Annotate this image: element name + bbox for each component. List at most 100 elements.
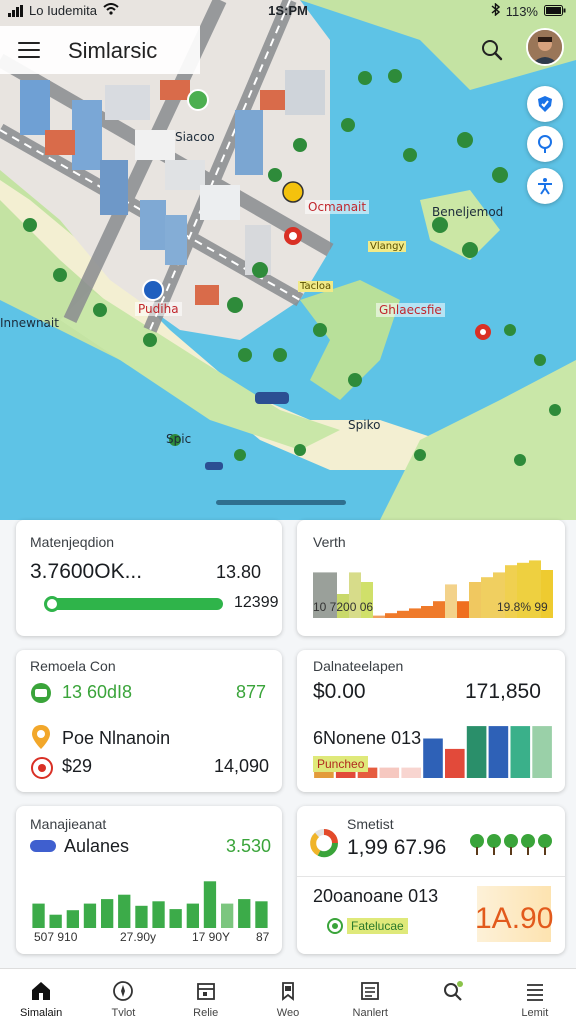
app-bar: Simlarsic (0, 26, 576, 74)
card-management[interactable]: Manajieanat Aulanes 3.530 507 910 27.90y… (16, 806, 282, 954)
progress-knob[interactable] (44, 596, 60, 612)
chart-bar (481, 577, 493, 618)
nav-label: Nanlert (352, 1007, 388, 1019)
battery-level: 113% (505, 3, 538, 19)
row-value-right: 3.530 (226, 836, 272, 856)
location-pin-icon (30, 724, 52, 755)
map-pins (142, 89, 491, 340)
card-title: Manajieanat (30, 816, 107, 832)
chart-sub-label: 20oanoane 013 (313, 886, 439, 906)
home-icon (32, 982, 51, 1000)
chart-bar (421, 606, 433, 618)
map-label[interactable]: Innewnait (0, 316, 59, 330)
menu-icon (526, 984, 543, 1001)
big-value: 1A.90 (475, 902, 554, 935)
map-label[interactable]: Ocmanait (305, 200, 370, 214)
nav-item-saved[interactable]: Weo (247, 969, 329, 1024)
card-remote[interactable]: Remoela Con 13 60dI8 877 Poe Nlnanoin $2… (16, 650, 282, 792)
chart-bar (49, 914, 62, 928)
bar-chart (32, 881, 268, 928)
nav-item-menu[interactable]: Lemit (494, 969, 576, 1024)
tick-label: 507 910 (34, 930, 78, 944)
map-label[interactable]: Vlangy (368, 241, 407, 252)
pin-green (187, 89, 209, 111)
chart-bar (32, 903, 45, 928)
pin-red-2 (475, 324, 491, 340)
compass-icon (113, 981, 134, 1001)
card-value-right: 13.80 (216, 562, 262, 582)
chart-bar (397, 610, 409, 618)
badge-icon (327, 918, 343, 934)
chart-bar (152, 901, 165, 928)
chart-bar (255, 901, 268, 928)
sheet-drag-handle[interactable] (216, 500, 346, 505)
chart-bar (445, 584, 457, 618)
map-label[interactable]: Beneljemod (432, 205, 503, 219)
pin-icon (538, 135, 552, 153)
chart-bar (423, 738, 443, 778)
chart-bar (385, 613, 397, 618)
accessibility-button[interactable] (527, 168, 563, 204)
card-value: 3.7600OK... (30, 560, 143, 583)
search-icon[interactable] (480, 38, 504, 62)
card-value: $0.00 (313, 680, 366, 703)
nav-item-explore[interactable]: Tvlot (82, 969, 164, 1024)
chart-bar (221, 903, 234, 928)
hamburger-menu-icon[interactable] (18, 42, 40, 58)
map-label[interactable]: Tacloa (298, 281, 334, 292)
divider (297, 876, 565, 877)
bottom-nav: Simalain Tvlot Relie Weo Nanlert Lemit (0, 968, 576, 1024)
card-data-depen[interactable]: Dalnateelapen $0.00 171,850 6Nonene 013 … (297, 650, 565, 792)
map-label[interactable]: Spic (166, 432, 191, 446)
nav-label: Relie (193, 1007, 219, 1019)
chart-bar (445, 748, 465, 778)
nav-item-search[interactable] (411, 969, 493, 1024)
map-view[interactable]: Siacoo Ocmanait Beneljemod Vlangy Tacloa… (0, 0, 576, 520)
chart-bar (532, 726, 552, 778)
status-time: 1S:PM (268, 3, 308, 18)
row-value-right: 877 (236, 682, 267, 702)
location-button[interactable] (527, 126, 563, 162)
nav-item-list[interactable]: Nanlert (329, 969, 411, 1024)
card-title: Smetist (347, 816, 394, 832)
map-label[interactable]: Spiko (348, 418, 380, 432)
chip[interactable]: Fatelucae (327, 918, 408, 934)
map-label[interactable]: Pudiha (135, 302, 182, 316)
map-label[interactable]: Ghlaecsfie (376, 303, 445, 317)
card-value-right: 171,850 (465, 680, 541, 703)
nav-label: Tvlot (111, 1007, 136, 1019)
card-title: Remoela Con (30, 658, 116, 674)
chart-bar (66, 910, 79, 928)
toggle-icon[interactable] (30, 840, 56, 852)
tick-label: 27.90y (120, 930, 157, 944)
chart-bar (186, 903, 199, 928)
bookmark-icon (282, 982, 294, 1001)
row-value-right: 14,090 (214, 756, 270, 776)
chart-bar (169, 909, 182, 928)
progress-value: 12399 (234, 594, 279, 611)
chart-ticks-right: 19.8% 99 (497, 600, 548, 614)
tree-icons (470, 834, 552, 855)
calendar-icon (196, 983, 215, 1000)
row-value: 13 60dI8 (62, 682, 133, 702)
accessibility-icon (538, 178, 552, 195)
card-chart-verth[interactable]: Verth 10 7200 06 19.8% 99 (297, 520, 565, 636)
nav-item-calendar[interactable]: Relie (165, 969, 247, 1024)
nav-item-home[interactable]: Simalain (0, 969, 82, 1024)
card-smetist[interactable]: Smetist 1,99 67.96 20oanoane 013 Fateluc… (297, 806, 565, 954)
donut-chart-icon (309, 828, 339, 863)
avatar[interactable] (526, 28, 564, 66)
status-bar: Lo Iudemita 1S:PM 113% (0, 0, 576, 24)
chart-bar (238, 899, 251, 928)
nav-label: Simalain (20, 1007, 63, 1019)
chart-bar (379, 767, 400, 778)
progress-bar (44, 596, 223, 612)
card-title: Verth (313, 534, 346, 550)
pin-red (284, 227, 302, 245)
chart-bar (83, 903, 97, 928)
chart-bar (488, 726, 509, 778)
layers-button[interactable] (527, 86, 563, 122)
card-maintenance[interactable]: Matenjeqdion 3.7600OK... 13.80 12399 (16, 520, 282, 636)
row-value: $29 (62, 756, 93, 776)
map-label[interactable]: Siacoo (175, 130, 215, 144)
